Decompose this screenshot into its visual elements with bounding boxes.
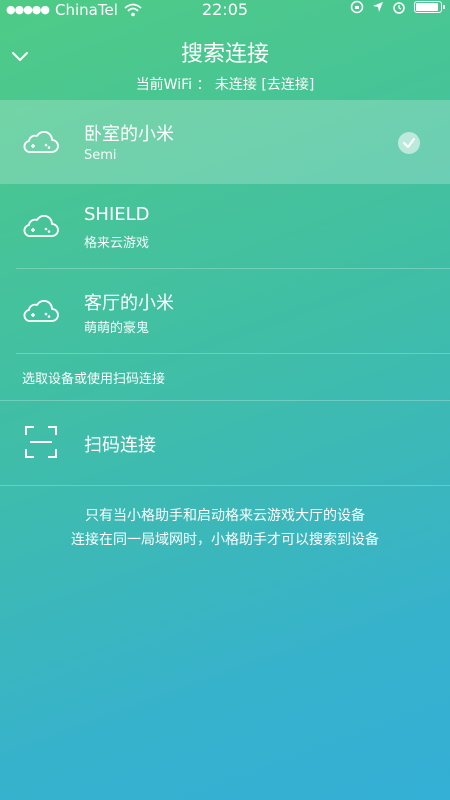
device-name: 客厅的小米 (84, 293, 174, 314)
gamepad-cloud-icon (23, 214, 59, 237)
scan-connect-label: 扫码连接 (84, 435, 156, 456)
wifi-status[interactable]: 当前WiFi ： 未连接 [去连接] (0, 74, 450, 94)
device-owner: 格来云游戏 (84, 236, 150, 251)
battery-icon (414, 1, 445, 13)
checkmark-icon (398, 132, 420, 154)
status-bar: ●●●●● ChinaTel 22:05 (0, 0, 450, 20)
rotation-lock-icon (350, 0, 364, 14)
location-arrow-icon (373, 2, 383, 12)
device-owner: Semi (84, 148, 117, 163)
device-owner: 萌萌的豪鬼 (84, 321, 150, 336)
scan-qr-icon (25, 426, 57, 458)
header: 搜索连接 当前WiFi ： 未连接 [去连接] (0, 28, 450, 98)
alarm-icon (393, 2, 405, 14)
gamepad-cloud-icon (23, 130, 59, 153)
device-item-living-room-xiaomi[interactable]: 客厅的小米 萌萌的豪鬼 (0, 269, 450, 353)
device-name: SHIELD (84, 204, 150, 225)
section-label: 选取设备或使用扫码连接 (22, 372, 166, 387)
status-right (350, 0, 445, 14)
scan-connect-button[interactable]: 扫码连接 (0, 401, 450, 486)
help-note-line-2: 连接在同一局域网时，小格助手才可以搜索到设备 (71, 532, 379, 548)
help-note-line-1: 只有当小格助手和启动格来云游戏大厅的设备 (85, 508, 365, 524)
device-list: 卧室的小米 Semi SHIELD 格来云游戏 客厅的小米 萌萌的豪鬼 (0, 100, 450, 354)
device-item-bedroom-xiaomi[interactable]: 卧室的小米 Semi (0, 100, 450, 184)
help-note: 只有当小格助手和启动格来云游戏大厅的设备 连接在同一局域网时，小格助手才可以搜索… (0, 504, 450, 552)
divider (16, 353, 450, 354)
device-name: 卧室的小米 (84, 124, 174, 145)
gamepad-cloud-icon (23, 299, 59, 322)
page-title: 搜索连接 (180, 42, 269, 67)
device-item-shield[interactable]: SHIELD 格来云游戏 (0, 184, 450, 268)
